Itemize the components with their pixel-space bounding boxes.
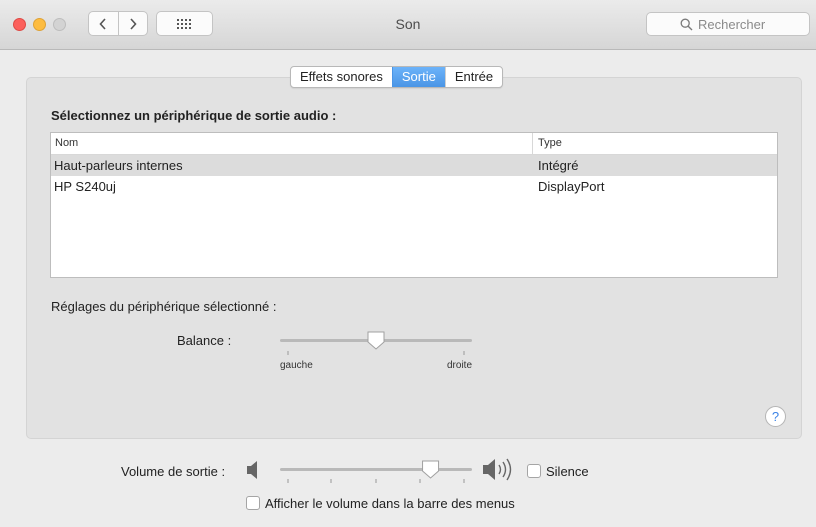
output-device-heading: Sélectionnez un périphérique de sortie a… bbox=[51, 108, 337, 123]
device-settings-heading: Réglages du périphérique sélectionné : bbox=[51, 299, 277, 314]
balance-slider[interactable]: gauche droite bbox=[280, 330, 472, 378]
table-header: Nom Type bbox=[51, 133, 777, 155]
device-type: Intégré bbox=[538, 158, 579, 173]
search-field[interactable] bbox=[646, 12, 810, 36]
balance-track bbox=[280, 331, 472, 355]
search-input[interactable] bbox=[698, 16, 776, 32]
show-volume-in-menubar-checkbox[interactable] bbox=[246, 496, 260, 510]
output-volume-label: Volume de sortie : bbox=[121, 464, 226, 479]
column-header-name[interactable]: Nom bbox=[51, 133, 533, 154]
tab-input[interactable]: Entrée bbox=[444, 67, 502, 87]
balance-label: Balance : bbox=[177, 333, 232, 348]
tab-sound-effects[interactable]: Effets sonores bbox=[291, 67, 392, 87]
balance-left-label: gauche bbox=[280, 360, 313, 371]
balance-knob[interactable] bbox=[367, 331, 385, 350]
device-type: DisplayPort bbox=[538, 179, 605, 194]
speaker-high-icon bbox=[483, 458, 512, 481]
balance-right-label: droite bbox=[446, 360, 472, 371]
output-device-table: Nom Type Haut-parleurs internes Intégré … bbox=[50, 132, 778, 278]
silence-checkbox[interactable] bbox=[527, 464, 541, 478]
silence-label: Silence bbox=[546, 464, 589, 479]
speaker-low-icon bbox=[247, 461, 257, 479]
volume-slider[interactable] bbox=[245, 456, 520, 486]
tab-bar: Effets sonores Sortie Entrée bbox=[290, 66, 504, 88]
device-name: HP S240uj bbox=[54, 179, 116, 194]
title-bar: Son bbox=[0, 0, 816, 50]
help-button[interactable]: ? bbox=[765, 406, 786, 427]
table-row[interactable]: Haut-parleurs internes Intégré bbox=[51, 155, 777, 176]
show-volume-in-menubar-label: Afficher le volume dans la barre des men… bbox=[265, 496, 515, 511]
tab-output[interactable]: Sortie bbox=[391, 67, 445, 87]
search-icon bbox=[680, 18, 693, 30]
volume-knob[interactable] bbox=[422, 460, 440, 479]
device-name: Haut-parleurs internes bbox=[54, 158, 183, 173]
column-header-type[interactable]: Type bbox=[533, 133, 777, 154]
table-row[interactable]: HP S240uj DisplayPort bbox=[51, 176, 777, 197]
